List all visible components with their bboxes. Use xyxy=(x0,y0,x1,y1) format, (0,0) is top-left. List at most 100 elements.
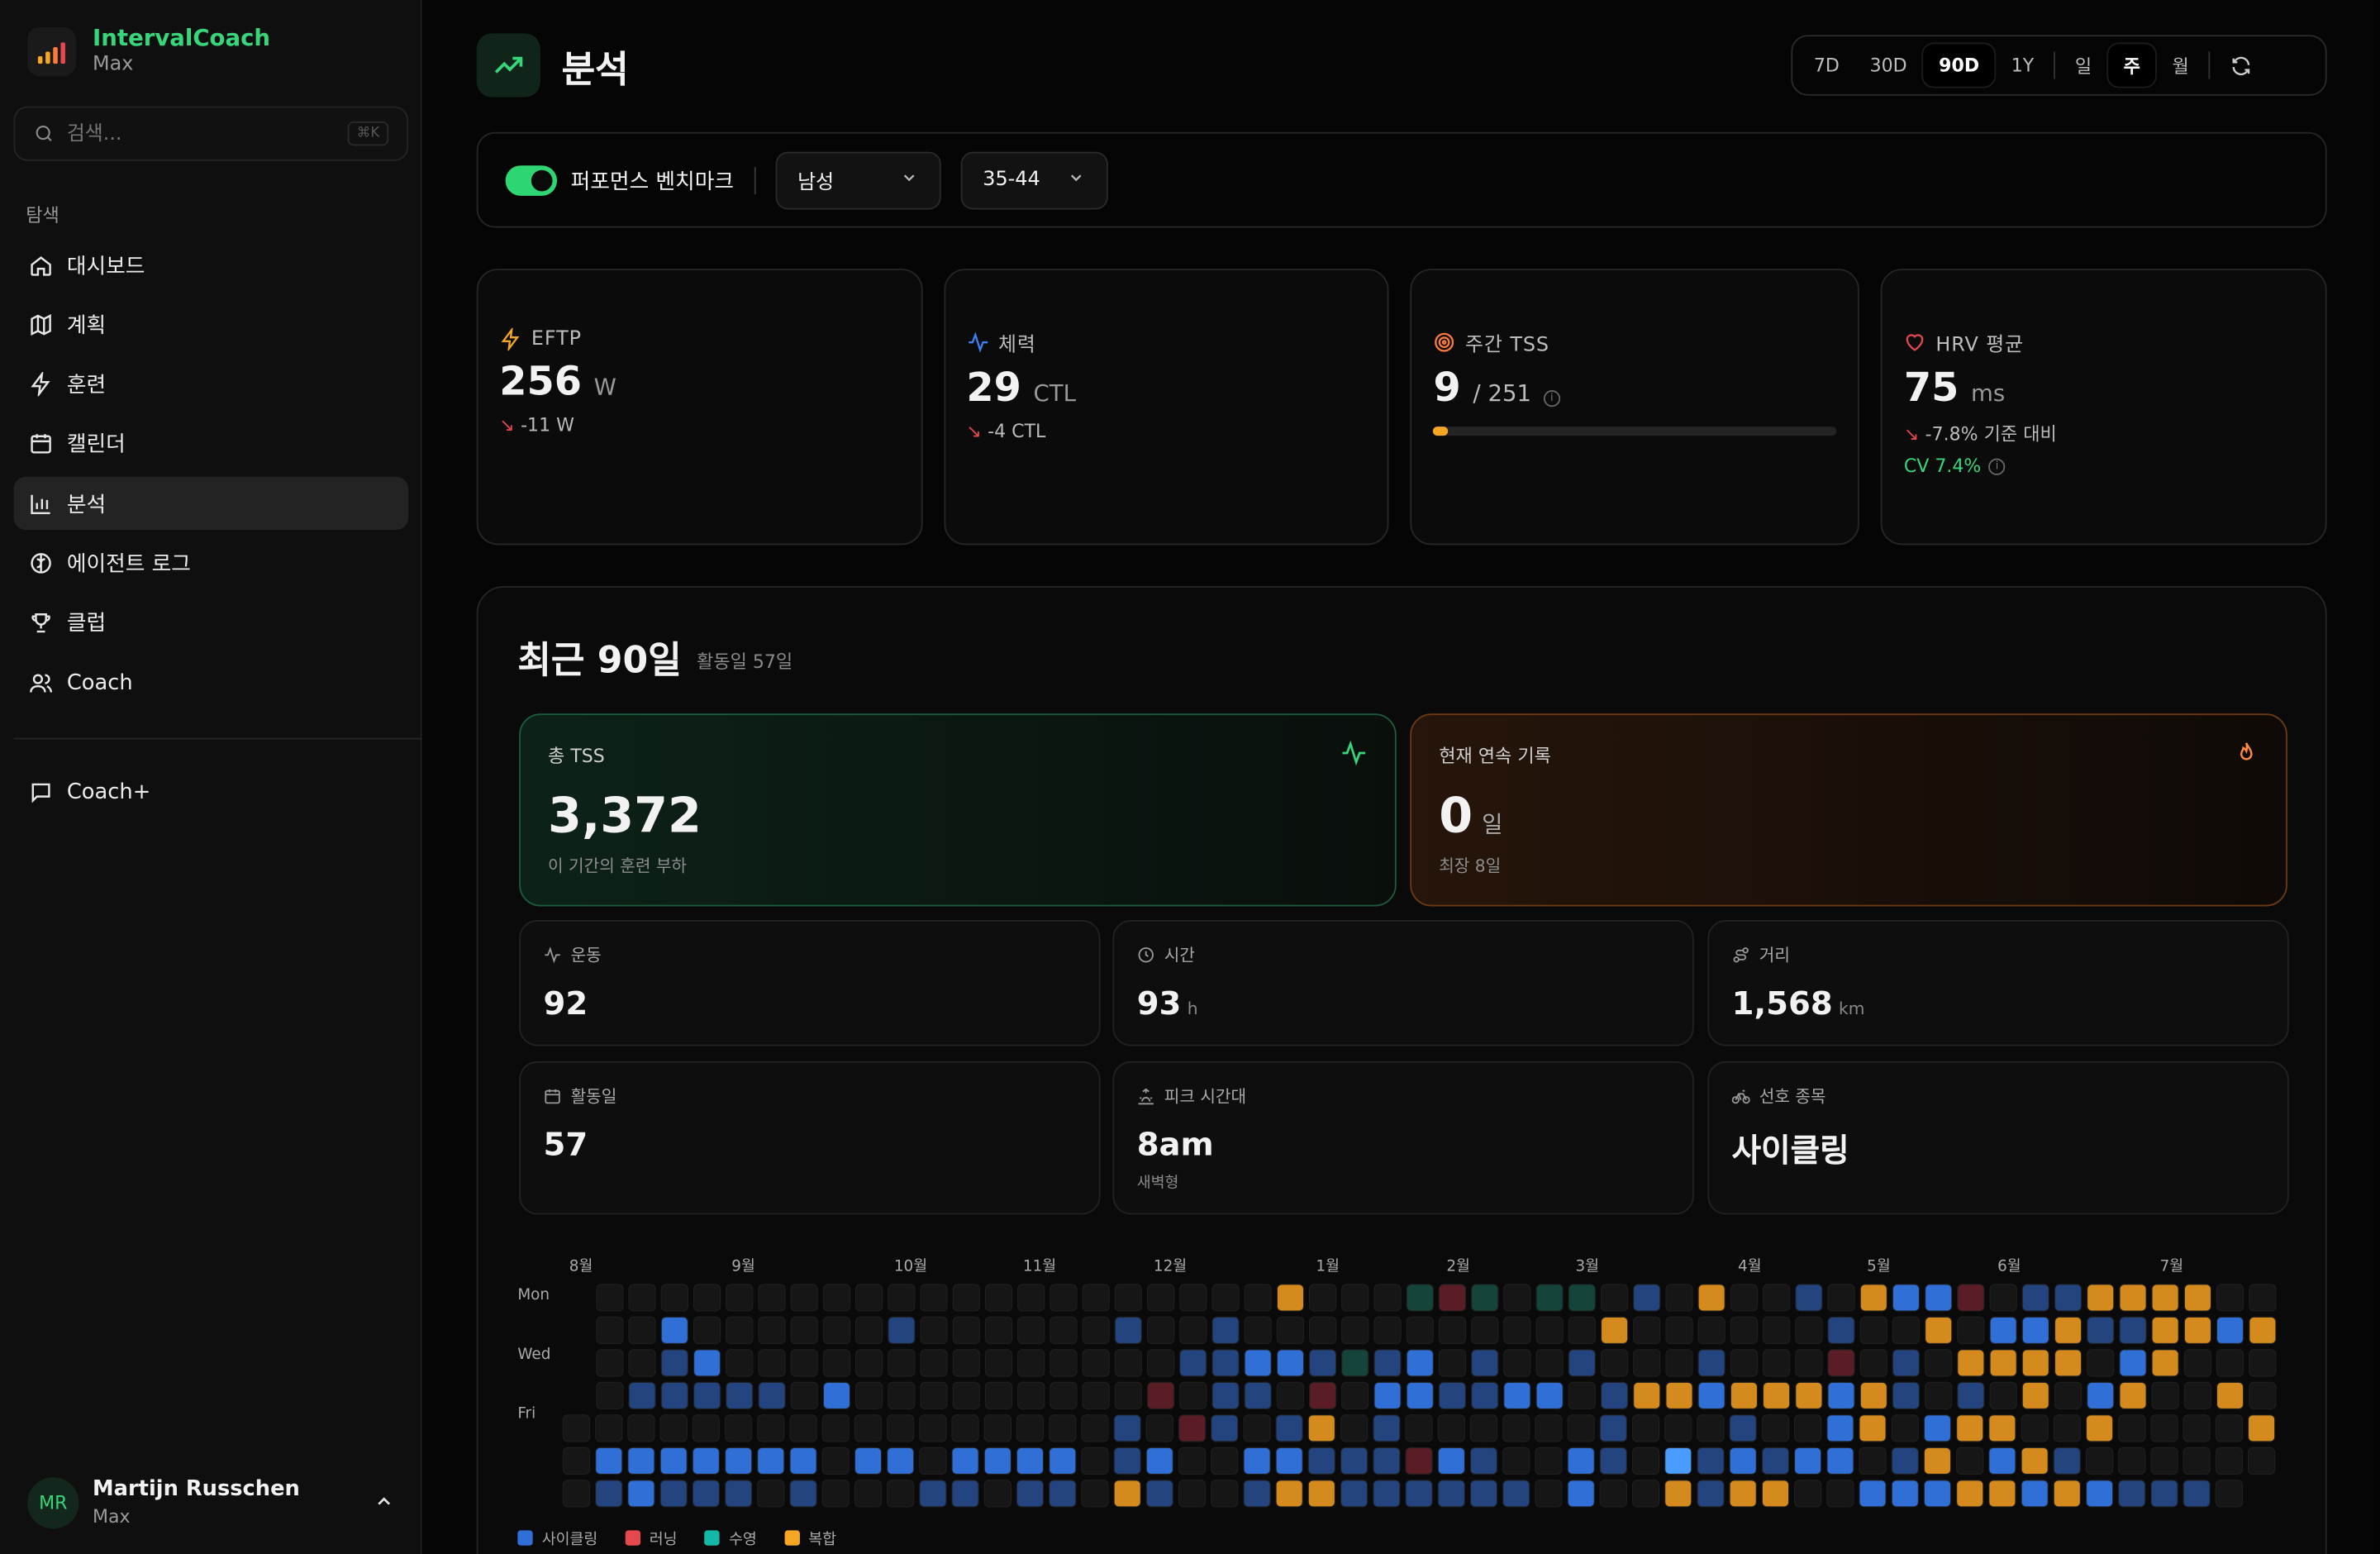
heatmap-cell[interactable] xyxy=(1957,1284,1985,1312)
heatmap-cell[interactable] xyxy=(1081,1414,1109,1442)
heatmap-cell[interactable] xyxy=(2150,1480,2178,1508)
fitness-card[interactable]: 체력 29 CTL ↘ -4 CTL xyxy=(943,269,1390,546)
heatmap-cell[interactable] xyxy=(854,1349,883,1377)
heatmap-cell[interactable] xyxy=(1308,1316,1337,1345)
stat-workouts[interactable]: 운동 92 xyxy=(519,920,1101,1046)
heatmap-cell[interactable] xyxy=(1438,1284,1467,1312)
heatmap-cell[interactable] xyxy=(951,1414,979,1442)
heatmap-cell[interactable] xyxy=(984,1349,1013,1377)
search-box[interactable]: ⌘K xyxy=(13,106,409,161)
heatmap-cell[interactable] xyxy=(821,1447,850,1475)
heatmap-cell[interactable] xyxy=(854,1480,883,1508)
heatmap-cell[interactable] xyxy=(790,1284,818,1312)
heatmap-cell[interactable] xyxy=(1859,1284,1887,1312)
heatmap-cell[interactable] xyxy=(1989,1316,2017,1345)
heatmap-cell[interactable] xyxy=(952,1316,980,1345)
heatmap-cell[interactable] xyxy=(887,1480,915,1508)
heatmap-cell[interactable] xyxy=(854,1316,883,1345)
heatmap-cell[interactable] xyxy=(757,1414,785,1442)
heatmap-cell[interactable] xyxy=(628,1284,656,1312)
heatmap-cell[interactable] xyxy=(1793,1480,1822,1508)
user-menu[interactable]: MR Martijn Russchen Max xyxy=(27,1473,407,1533)
sidebar-item-coach[interactable]: Coach xyxy=(14,656,409,709)
heatmap-cell[interactable] xyxy=(951,1447,979,1475)
heatmap-cell[interactable] xyxy=(2119,1284,2147,1312)
heatmap-cell[interactable] xyxy=(1471,1284,1499,1312)
heatmap-cell[interactable] xyxy=(1503,1316,1531,1345)
granularity-month[interactable]: 월 xyxy=(2157,42,2204,88)
heatmap-cell[interactable] xyxy=(2085,1480,2114,1508)
heatmap-cell[interactable] xyxy=(984,1381,1013,1410)
heatmap-cell[interactable] xyxy=(1081,1480,1109,1508)
heatmap-cell[interactable] xyxy=(2247,1414,2276,1442)
heatmap-cell[interactable] xyxy=(1761,1480,1790,1508)
granularity-week[interactable]: 주 xyxy=(2106,42,2158,88)
heatmap-cell[interactable] xyxy=(1988,1480,2016,1508)
heatmap-cell[interactable] xyxy=(919,1414,947,1442)
heatmap-cell[interactable] xyxy=(1243,1447,1271,1475)
heatmap-cell[interactable] xyxy=(1114,1284,1142,1312)
heatmap-cell[interactable] xyxy=(1827,1316,1855,1345)
heatmap-cell[interactable] xyxy=(1276,1284,1305,1312)
chevron-up-icon[interactable] xyxy=(374,1489,395,1518)
heatmap-cell[interactable] xyxy=(1826,1414,1854,1442)
heatmap-cell[interactable] xyxy=(2119,1349,2147,1377)
heatmap-cell[interactable] xyxy=(1568,1284,1596,1312)
heatmap-cell[interactable] xyxy=(726,1381,754,1410)
heatmap-cell[interactable] xyxy=(1017,1381,1045,1410)
heatmap-cell[interactable] xyxy=(628,1316,656,1345)
heatmap-cell[interactable] xyxy=(1082,1316,1110,1345)
heatmap-cell[interactable] xyxy=(692,1447,720,1475)
heatmap-cell[interactable] xyxy=(1438,1349,1467,1377)
granularity-day[interactable]: 일 xyxy=(2059,42,2106,88)
heatmap-cell[interactable] xyxy=(1113,1414,1141,1442)
heatmap-cell[interactable] xyxy=(1795,1381,1823,1410)
heatmap-cell[interactable] xyxy=(1600,1381,1629,1410)
heatmap-cell[interactable] xyxy=(1632,1447,1660,1475)
heatmap-cell[interactable] xyxy=(1633,1316,1661,1345)
heatmap-cell[interactable] xyxy=(693,1381,721,1410)
heatmap-cell[interactable] xyxy=(595,1447,623,1475)
heatmap-cell[interactable] xyxy=(627,1414,655,1442)
heatmap-cell[interactable] xyxy=(1469,1447,1498,1475)
heatmap-cell[interactable] xyxy=(1567,1414,1595,1442)
heatmap-cell[interactable] xyxy=(2216,1381,2244,1410)
benchmark-toggle[interactable] xyxy=(505,164,558,196)
info-icon[interactable]: i xyxy=(1543,389,1560,407)
stat-time[interactable]: 시간 93 h xyxy=(1112,920,1694,1046)
stat-peak-time[interactable]: 피크 시간대 8am 새벽형 xyxy=(1112,1061,1694,1215)
heatmap-cell[interactable] xyxy=(1178,1480,1207,1508)
heatmap-cell[interactable] xyxy=(1892,1381,1921,1410)
heatmap-cell[interactable] xyxy=(725,1447,753,1475)
stat-preferred-sport[interactable]: 선호 종목 사이클링 xyxy=(1707,1061,2289,1215)
heatmap-cell[interactable] xyxy=(1730,1284,1759,1312)
heatmap-cell[interactable] xyxy=(1016,1414,1045,1442)
heatmap-cell[interactable] xyxy=(1179,1349,1207,1377)
heatmap-cell[interactable] xyxy=(1275,1414,1303,1442)
heatmap-cell[interactable] xyxy=(1697,1447,1725,1475)
heatmap-cell[interactable] xyxy=(1145,1414,1173,1442)
heatmap-cell[interactable] xyxy=(627,1480,655,1508)
heatmap-cell[interactable] xyxy=(659,1480,688,1508)
heatmap-cell[interactable] xyxy=(1730,1316,1759,1345)
heatmap-cell[interactable] xyxy=(1827,1284,1855,1312)
heatmap-cell[interactable] xyxy=(1762,1381,1791,1410)
heatmap-cell[interactable] xyxy=(1891,1447,1919,1475)
heatmap-cell[interactable] xyxy=(1535,1447,1563,1475)
heatmap-cell[interactable] xyxy=(2021,1480,2049,1508)
heatmap-cell[interactable] xyxy=(2054,1316,2082,1345)
heatmap-cell[interactable] xyxy=(1892,1349,1921,1377)
heatmap-cell[interactable] xyxy=(952,1284,980,1312)
heatmap-cell[interactable] xyxy=(2150,1447,2178,1475)
heatmap-cell[interactable] xyxy=(692,1414,720,1442)
heatmap-cell[interactable] xyxy=(562,1480,591,1508)
heatmap-cell[interactable] xyxy=(1729,1480,1757,1508)
heatmap-cell[interactable] xyxy=(1276,1316,1305,1345)
heatmap-cell[interactable] xyxy=(1793,1414,1822,1442)
heatmap-cell[interactable] xyxy=(1665,1349,1693,1377)
heatmap-cell[interactable] xyxy=(790,1381,818,1410)
heatmap-cell[interactable] xyxy=(596,1349,624,1377)
heatmap-cell[interactable] xyxy=(1471,1381,1499,1410)
heatmap-cell[interactable] xyxy=(887,1414,915,1442)
range-30d[interactable]: 30D xyxy=(1854,42,1922,88)
